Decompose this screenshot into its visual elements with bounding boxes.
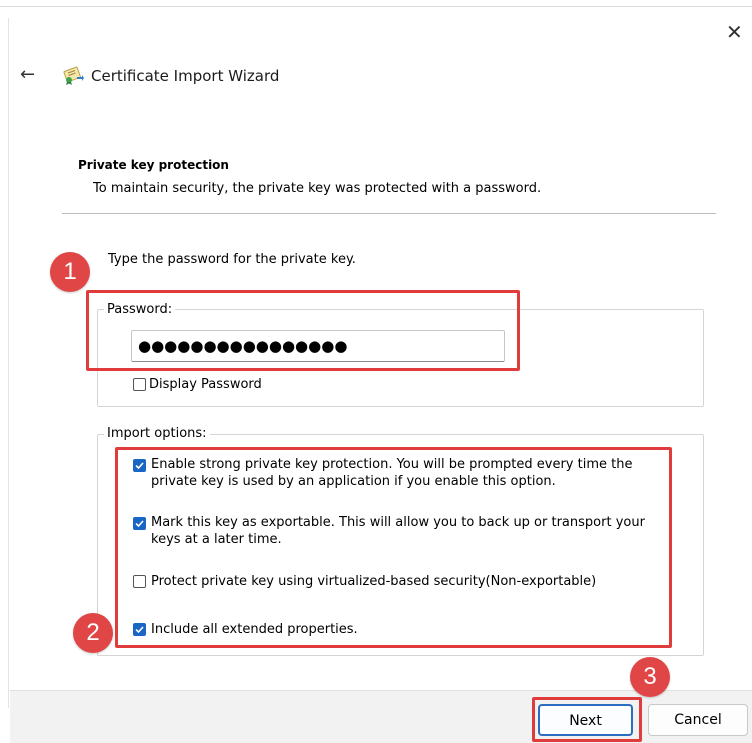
annotation-box-next bbox=[532, 697, 642, 742]
window-left-border bbox=[8, 18, 9, 708]
import-options-group-label: Import options: bbox=[104, 426, 210, 441]
header-divider bbox=[62, 213, 716, 214]
display-password-checkbox[interactable] bbox=[133, 378, 146, 391]
page-subheading: To maintain security, the private key wa… bbox=[93, 181, 542, 196]
back-arrow-icon[interactable]: ← bbox=[20, 66, 35, 84]
certificate-icon bbox=[62, 64, 84, 86]
display-password-label[interactable]: Display Password bbox=[149, 376, 262, 393]
password-instruction: Type the password for the private key. bbox=[108, 252, 356, 267]
window-top-border bbox=[0, 6, 752, 7]
annotation-badge-1: 1 bbox=[50, 252, 90, 292]
close-icon[interactable]: ✕ bbox=[726, 22, 743, 42]
window-title: Certificate Import Wizard bbox=[91, 67, 280, 85]
page-heading: Private key protection bbox=[78, 158, 229, 172]
cancel-button[interactable]: Cancel bbox=[648, 704, 748, 736]
annotation-box-password bbox=[86, 290, 520, 371]
annotation-badge-2: 2 bbox=[73, 613, 113, 653]
annotation-box-options bbox=[115, 447, 672, 648]
annotation-badge-3: 3 bbox=[630, 657, 670, 697]
